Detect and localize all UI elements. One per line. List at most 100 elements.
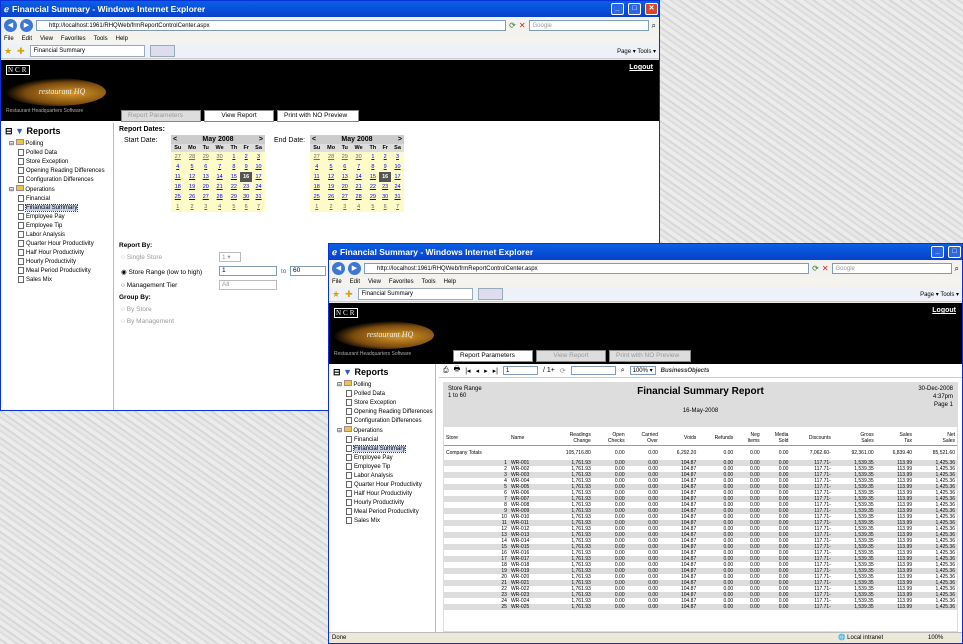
- tree-item[interactable]: Employee Tip: [1, 221, 113, 230]
- calendar-day[interactable]: 28: [323, 152, 339, 162]
- calendar-day[interactable]: 20: [199, 182, 212, 192]
- tree-item[interactable]: Financial: [1, 194, 113, 203]
- new-tab-button[interactable]: [477, 288, 503, 300]
- tree-root-reports[interactable]: ⊟ ▼ Reports: [1, 123, 113, 138]
- calendar-day[interactable]: 12: [184, 172, 200, 182]
- calendar-day[interactable]: 3: [391, 152, 404, 162]
- last-page-icon[interactable]: ▸|: [493, 367, 498, 375]
- forward-icon[interactable]: ▶: [348, 262, 361, 275]
- menu-help[interactable]: Help: [116, 36, 128, 42]
- calendar-day[interactable]: 27: [338, 192, 351, 202]
- calendar-day[interactable]: 1: [171, 202, 185, 212]
- tree-item[interactable]: Polled Data: [329, 389, 435, 398]
- menu-edit[interactable]: Edit: [350, 279, 360, 285]
- calendar-day[interactable]: 14: [350, 172, 367, 182]
- calendar-day[interactable]: 24: [391, 182, 404, 192]
- refresh-icon[interactable]: ⟳: [812, 264, 819, 273]
- tree-item[interactable]: Configuration Differences: [1, 175, 113, 184]
- close-button[interactable]: ✕: [645, 3, 658, 15]
- view-report-button[interactable]: View Report: [536, 350, 606, 362]
- calendar-day[interactable]: 7: [211, 162, 228, 172]
- logout-link[interactable]: Logout: [932, 307, 956, 314]
- tree-item[interactable]: Employee Pay: [1, 212, 113, 221]
- minimize-button[interactable]: _: [931, 246, 944, 258]
- browser-tab[interactable]: Financial Summary: [29, 45, 145, 57]
- calendar-day[interactable]: 17: [391, 172, 404, 182]
- prev-month-link[interactable]: <: [173, 136, 177, 143]
- prev-page-icon[interactable]: ◂: [476, 367, 480, 375]
- calendar-day[interactable]: 30: [379, 192, 392, 202]
- calendar-day[interactable]: 7: [252, 202, 265, 212]
- calendar-day[interactable]: 20: [338, 182, 351, 192]
- collapse-icon[interactable]: ⊟: [5, 126, 13, 136]
- calendar-day[interactable]: 1: [227, 152, 241, 162]
- calendar-day[interactable]: 11: [310, 172, 324, 182]
- menu-favorites[interactable]: Favorites: [61, 36, 86, 42]
- by-store-radio[interactable]: ○ By Store: [121, 306, 152, 313]
- menu-view[interactable]: View: [368, 279, 381, 285]
- maximize-button[interactable]: □: [628, 3, 641, 15]
- calendar-day[interactable]: 30: [240, 192, 253, 202]
- tree-item[interactable]: Polled Data: [1, 148, 113, 157]
- calendar-day[interactable]: 4: [211, 202, 228, 212]
- next-month-link[interactable]: >: [259, 136, 263, 143]
- calendar-day[interactable]: 22: [366, 182, 380, 192]
- calendar-day[interactable]: 31: [391, 192, 404, 202]
- calendar-day[interactable]: 30: [350, 152, 367, 162]
- calendar-day[interactable]: 16: [379, 172, 392, 182]
- calendar-day[interactable]: 21: [350, 182, 367, 192]
- calendar-day[interactable]: 22: [227, 182, 241, 192]
- tree-folder-polling[interactable]: ⊟ Polling: [329, 379, 435, 389]
- management-tier-input[interactable]: All: [219, 280, 277, 290]
- favorites-star-icon[interactable]: ★: [4, 46, 12, 57]
- calendar-day[interactable]: 4: [350, 202, 367, 212]
- view-report-button[interactable]: View Report: [204, 110, 274, 122]
- store-range-radio[interactable]: ◉ Store Range (low to high): [121, 268, 202, 276]
- tree-item[interactable]: Financial: [329, 435, 435, 444]
- menu-help[interactable]: Help: [444, 279, 456, 285]
- calendar-day[interactable]: 1: [366, 152, 380, 162]
- single-store-radio[interactable]: ○ Single Store: [121, 254, 162, 261]
- calendar-day[interactable]: 19: [184, 182, 200, 192]
- calendar-day[interactable]: 25: [171, 192, 185, 202]
- tree-item[interactable]: Employee Pay: [329, 453, 435, 462]
- calendar-day[interactable]: 11: [171, 172, 185, 182]
- calendar-day[interactable]: 10: [252, 162, 265, 172]
- menu-file[interactable]: File: [332, 279, 342, 285]
- new-tab-button[interactable]: [149, 45, 175, 57]
- tree-item[interactable]: Hourly Productivity: [1, 257, 113, 266]
- calendar-day[interactable]: 7: [391, 202, 404, 212]
- calendar-day[interactable]: 2: [240, 152, 253, 162]
- calendar-day[interactable]: 29: [227, 192, 241, 202]
- stop-icon[interactable]: ✕: [822, 264, 829, 273]
- tree-item[interactable]: Configuration Differences: [329, 416, 435, 425]
- management-tier-radio[interactable]: ○ Management Tier: [121, 282, 177, 289]
- url-input[interactable]: http://localhost:1961/RHQWeb/frmReportCo…: [36, 20, 507, 31]
- search-icon[interactable]: ⌕: [955, 264, 959, 274]
- minimize-button[interactable]: _: [611, 3, 624, 15]
- table-row[interactable]: 25 WR-025 1,761.93 0.00 0.00 104.87 0.00 0.00 0.…: [444, 604, 957, 610]
- next-month-link[interactable]: >: [398, 136, 402, 143]
- range-to-input[interactable]: 60: [290, 266, 326, 276]
- calendar-day[interactable]: 18: [310, 182, 324, 192]
- tree-item[interactable]: Opening Reading Differences: [1, 166, 113, 175]
- calendar-day[interactable]: 2: [323, 202, 339, 212]
- url-input[interactable]: http://localhost:1961/RHQWeb/frmReportCo…: [364, 263, 810, 274]
- calendar-day[interactable]: 21: [211, 182, 228, 192]
- calendar-day[interactable]: 30: [211, 152, 228, 162]
- tree-item[interactable]: Labor Analysis: [329, 471, 435, 480]
- refresh-report-icon[interactable]: ⟳: [560, 367, 566, 375]
- tree-item[interactable]: Meal Period Productivity: [1, 266, 113, 275]
- command-bar-tools[interactable]: Page ▾ Tools ▾: [617, 48, 656, 55]
- menu-tools[interactable]: Tools: [94, 36, 108, 42]
- calendar-day[interactable]: 13: [199, 172, 212, 182]
- logout-link[interactable]: Logout: [629, 64, 653, 71]
- tree-folder-operations[interactable]: ⊟ Operations: [1, 184, 113, 194]
- export-icon[interactable]: ⎙: [443, 367, 449, 375]
- calendar-day[interactable]: 17: [252, 172, 265, 182]
- calendar-day[interactable]: 3: [338, 202, 351, 212]
- calendar-day[interactable]: 5: [366, 202, 380, 212]
- calendar-day[interactable]: 10: [391, 162, 404, 172]
- report-parameters-button[interactable]: Report Parameters: [453, 350, 533, 362]
- tree-item[interactable]: Hourly Productivity: [329, 498, 435, 507]
